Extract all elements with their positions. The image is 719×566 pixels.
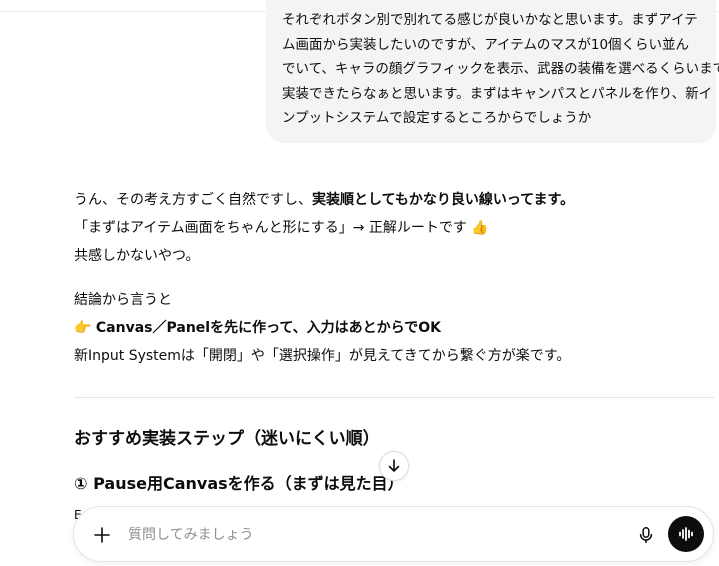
user-message-line: 実装できたらなぁと思います。まずはキャンパスとパネルを作り、新イ bbox=[282, 85, 713, 102]
message-input[interactable] bbox=[128, 521, 608, 549]
add-attachment-button[interactable] bbox=[88, 521, 116, 549]
assistant-bold-text: Canvas／Panelを先に作って、入力はあとからでOK bbox=[95, 320, 442, 336]
voice-waveform-icon bbox=[679, 527, 693, 541]
user-message-bubble: それぞれボタン別で別れてる感じが良いかなと思います。まずアイテ ム画面から実装し… bbox=[266, 0, 719, 143]
scroll-to-bottom-button[interactable] bbox=[379, 451, 409, 481]
assistant-bold-text: 実装順としてもかなり良い線いってます。 bbox=[312, 192, 575, 208]
assistant-paragraph-line: 👉 Canvas／Panelを先に作って、入力はあとからでOK bbox=[74, 314, 714, 342]
voice-mode-button[interactable] bbox=[668, 516, 704, 552]
assistant-paragraph-line: 共感しかないやつ。 bbox=[74, 248, 200, 264]
dictate-button[interactable] bbox=[632, 521, 660, 549]
section-divider bbox=[74, 397, 714, 398]
user-message-line: ム画面から実装したいのですが、アイテムのマスが10個くらい並ん bbox=[282, 36, 690, 53]
arrow-down-icon bbox=[388, 459, 400, 472]
assistant-paragraph-line: 「まずはアイテム画面をちゃんと形にする」→ 正解ルートです 👍 bbox=[74, 220, 489, 236]
plus-icon bbox=[94, 527, 110, 543]
assistant-paragraph-line: 新Input Systemは「開閉」や「選択操作」が見えてきてから繋ぐ方が楽です… bbox=[74, 348, 571, 364]
step-heading: ① Pause用Canvasを作る（まずは見た目） bbox=[74, 474, 404, 493]
assistant-paragraph-line: うん、その考え方すごく自然ですし、実装順としてもかなり良い線いってます。 bbox=[74, 186, 714, 214]
microphone-icon bbox=[639, 527, 653, 544]
user-message-line: ンプットシステムで設定するところからでしょうか bbox=[282, 110, 592, 126]
pointing-hand-emoji: 👉 bbox=[74, 320, 92, 336]
section-heading: おすすめ実装ステップ（迷いにくい順） bbox=[74, 429, 380, 449]
user-message-line: でいて、キャラの顔グラフィックを表示、武器の装備を選べるくらいまで bbox=[282, 61, 719, 77]
assistant-text: うん、その考え方すごく自然ですし、 bbox=[74, 192, 312, 208]
chat-page: それぞれボタン別で別れてる感じが良いかなと思います。まずアイテ ム画面から実装し… bbox=[0, 0, 719, 566]
message-composer bbox=[73, 506, 714, 562]
user-message-line: それぞれボタン別で別れてる感じが良いかなと思います。まずアイテ bbox=[282, 12, 698, 28]
assistant-message: うん、その考え方すごく自然ですし、実装順としてもかなり良い線いってます。 「まず… bbox=[74, 186, 714, 398]
assistant-paragraph-line: 結論から言うと bbox=[74, 292, 172, 308]
